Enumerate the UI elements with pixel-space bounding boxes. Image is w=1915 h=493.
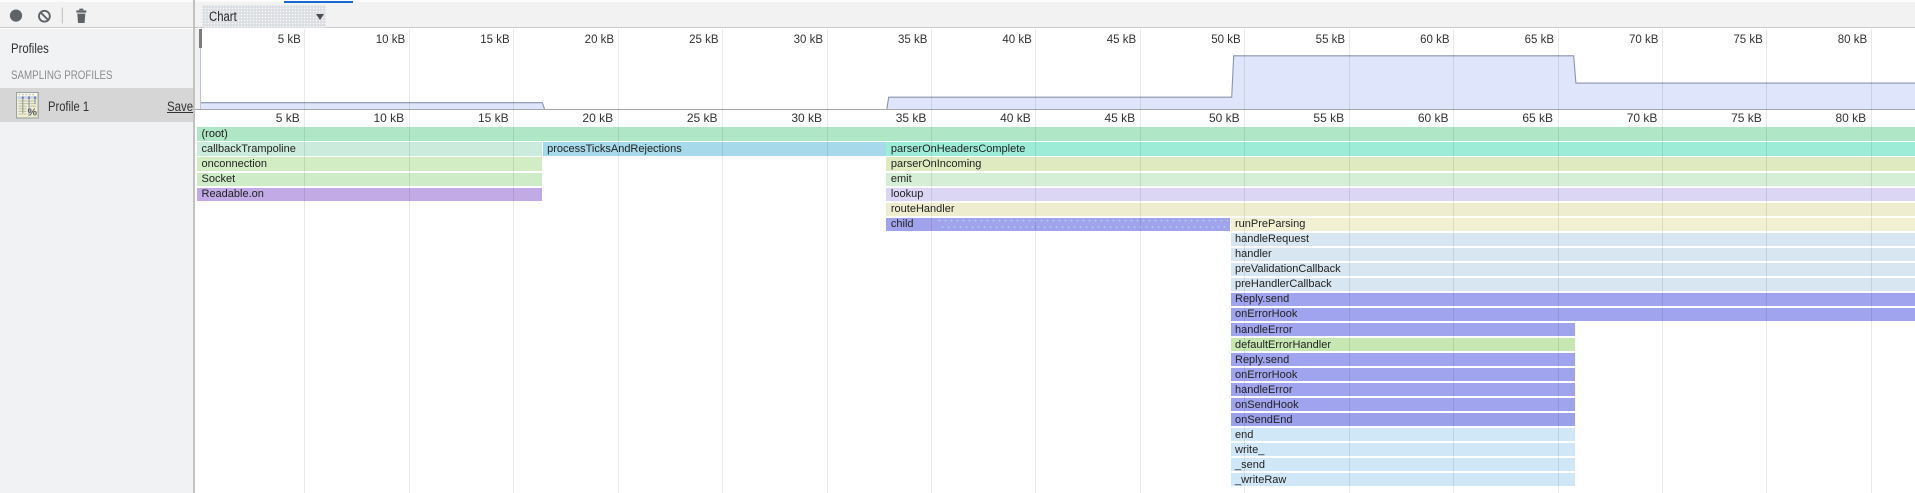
svg-text:%: % <box>28 106 38 118</box>
